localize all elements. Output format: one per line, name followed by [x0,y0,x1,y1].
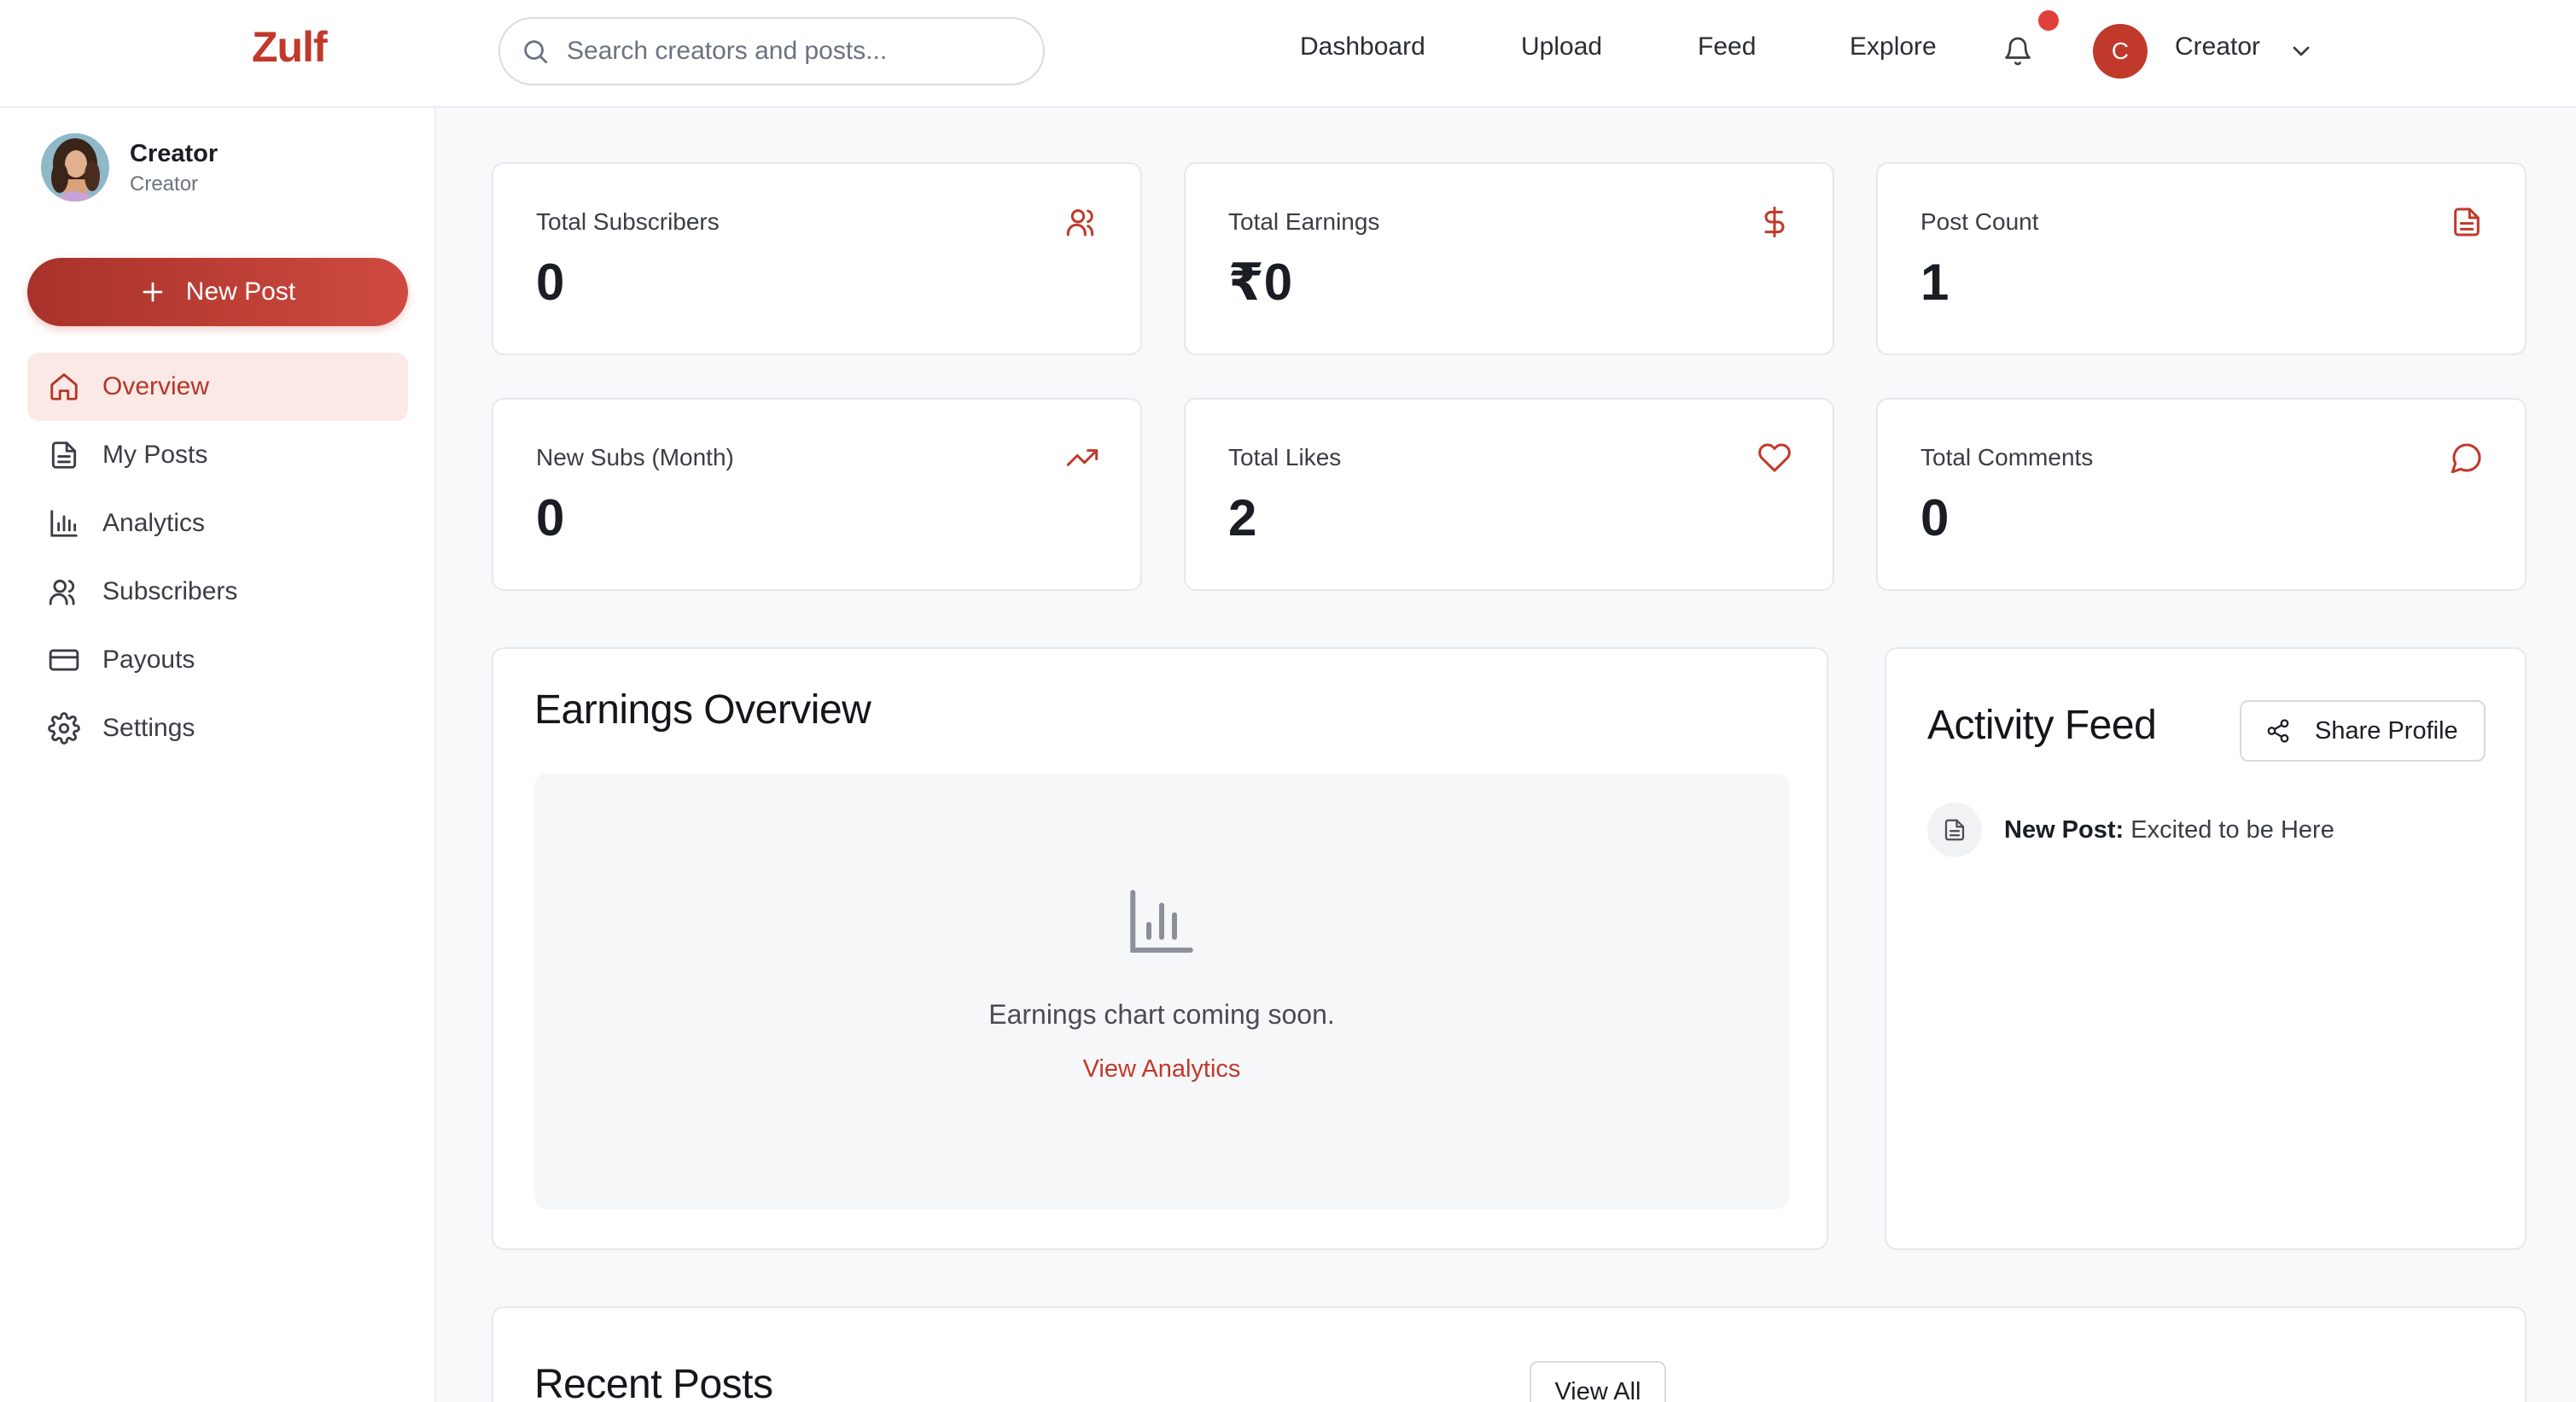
new-post-label: New Post [185,277,296,306]
stat-label: Total Comments [1920,444,2094,470]
message-icon [2451,443,2481,474]
recent-posts-title: Recent Posts [534,1362,773,1402]
users-icon [1066,209,1094,237]
stat-card-post-count: Post Count 1 [1876,162,2526,355]
bell-icon[interactable] [2002,36,2033,67]
stat-label: Total Earnings [1228,208,1380,235]
sidebar-item-label: My Posts [102,441,208,469]
search-box[interactable] [498,17,1045,85]
brand-logo[interactable]: Zulf [252,22,328,72]
share-icon [2267,719,2289,743]
activity-item-text: Excited to be Here [2130,816,2334,844]
share-profile-button[interactable]: Share Profile [2240,700,2486,762]
stat-card-total-subscribers: Total Subscribers 0 [492,162,1142,355]
plus-icon [143,282,163,302]
sidebar-item-label: Analytics [102,509,206,537]
sidebar-item-analytics[interactable]: Analytics [27,489,408,558]
search-icon [524,40,548,64]
activity-feed-card: Activity Feed Share Profile New Post: Ex… [1885,647,2526,1250]
earnings-chart-placeholder: Earnings chart coming soon. View Analyti… [534,774,1789,1209]
notification-dot [2038,10,2059,31]
view-all-button[interactable]: View All [1530,1361,1666,1402]
share-profile-label: Share Profile [2315,716,2458,745]
file-icon [1944,819,1965,841]
home-icon [50,373,78,400]
nav-feed[interactable]: Feed [1698,32,1756,61]
sidebar-item-subscribers[interactable]: Subscribers [27,558,408,626]
users-icon [49,579,75,605]
sidebar-item-overview[interactable]: Overview [27,353,408,421]
stat-label: Total Likes [1228,444,1342,470]
gear-icon [48,712,80,745]
sidebar-item-label: Subscribers [102,577,238,605]
file-icon [2454,207,2480,237]
activity-item[interactable]: New Post: Excited to be Here [2004,816,2334,844]
avatar[interactable] [41,133,109,202]
new-post-button[interactable]: New Post [27,258,408,326]
stat-value: 0 [536,254,565,311]
stat-value: 0 [1920,489,1949,546]
search-input[interactable] [567,26,1011,77]
nav-dashboard[interactable]: Dashboard [1300,32,1425,61]
activity-item-icon [1927,803,1982,857]
nav-explore[interactable]: Explore [1850,32,1937,61]
top-navigation-bar: Zulf Dashboard Upload Feed Explore C Cre… [0,0,2576,108]
stat-value: 2 [1228,489,1257,546]
stat-label: Post Count [1920,208,2039,235]
earnings-title: Earnings Overview [534,687,871,733]
stat-label: New Subs (Month) [536,444,734,470]
stat-card-total-earnings: Total Earnings ₹0 [1184,162,1834,355]
credit-card-icon [49,649,79,671]
earnings-overview-card: Earnings Overview Earnings chart coming … [492,647,1828,1250]
user-menu-name[interactable]: Creator [2175,32,2260,61]
stat-label: Total Subscribers [536,208,720,235]
stat-value: ₹0 [1228,254,1293,311]
dollar-icon [1764,206,1785,238]
file-icon [51,441,77,469]
sidebar-item-label: Overview [102,372,210,400]
activity-title: Activity Feed [1927,703,2157,748]
sidebar: Creator Creator New Post Overview My Pos… [0,108,436,1402]
profile-name: Creator [130,140,219,167]
sidebar-item-label: Settings [102,714,195,742]
bar-chart-icon [1130,890,1193,953]
stat-card-total-likes: Total Likes 2 [1184,398,1834,591]
bar-chart-icon [50,510,78,537]
stat-value: 0 [536,489,565,546]
chart-placeholder-message: Earnings chart coming soon. [988,999,1335,1030]
stat-value: 1 [1920,254,1949,311]
activity-item-type: New Post: [2004,816,2124,844]
sidebar-item-label: Payouts [102,646,195,674]
heart-icon [1758,443,1791,472]
trending-up-icon [1066,449,1099,466]
nav-upload[interactable]: Upload [1521,32,1602,61]
user-avatar[interactable]: C [2093,24,2148,79]
view-analytics-link[interactable]: View Analytics [534,1055,1789,1084]
chevron-down-icon[interactable] [2288,38,2315,65]
sidebar-item-payouts[interactable]: Payouts [27,626,408,694]
stat-card-new-subs: New Subs (Month) 0 [492,398,1142,591]
sidebar-item-my-posts[interactable]: My Posts [27,421,408,489]
recent-posts-card: Recent Posts View All [492,1306,2526,1402]
sidebar-item-settings[interactable]: Settings [27,694,408,762]
profile-role: Creator [130,172,199,196]
stat-card-total-comments: Total Comments 0 [1876,398,2526,591]
